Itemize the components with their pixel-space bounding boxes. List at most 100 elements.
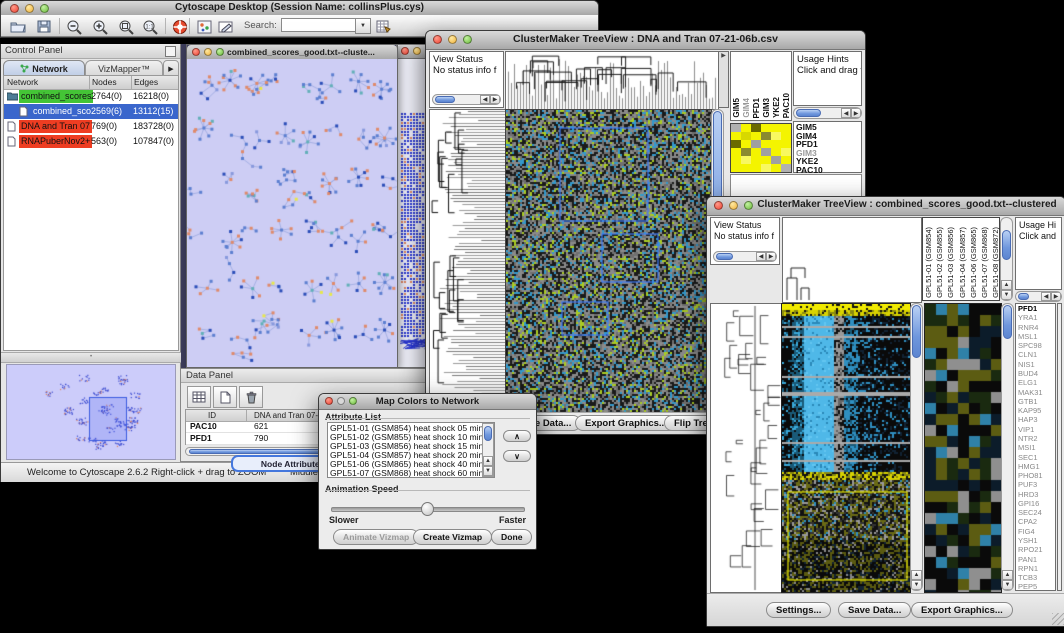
network-overview-canvas[interactable]	[6, 364, 176, 460]
scroll-arrow-icon[interactable]: ▲	[483, 456, 493, 466]
gene-label[interactable]: PEP5	[1018, 582, 1053, 591]
scroll-arrow-icon[interactable]: ▼	[483, 466, 493, 476]
scroll-arrow-icon[interactable]: ▲	[1001, 280, 1012, 290]
gene-label[interactable]: ELG1	[1018, 378, 1053, 387]
zoom-window-icon[interactable]	[216, 48, 224, 56]
attribute-list-item[interactable]: GPL51-06 (GSM865) heat shock 40 min	[330, 460, 492, 469]
animate-vizmap-button[interactable]: Animate Vizmap	[333, 529, 419, 545]
row-dendrogram-canvas[interactable]	[429, 109, 506, 414]
network-table-row[interactable]: DNA and Tran 07769(0)183728(0)	[4, 119, 178, 134]
zoomed-heatmap-canvas[interactable]	[924, 303, 1002, 593]
zoomed-heatmap-vscrollbar[interactable]: ▲▼	[1001, 303, 1014, 591]
scrollbar-thumb[interactable]	[716, 253, 733, 260]
tree-splitter-strip[interactable]: ▶	[718, 51, 729, 108]
view-status-scrollbar[interactable]: ◀▶	[432, 94, 501, 105]
view-status-scrollbar[interactable]: ◀▶	[713, 251, 777, 262]
create-vizmap-button[interactable]: Create Vizmap	[413, 529, 492, 545]
move-down-button[interactable]: ∨	[503, 450, 531, 462]
minimize-icon[interactable]	[204, 48, 212, 56]
attribute-list-item[interactable]: GPL51-03 (GSM856) heat shock 15 min	[330, 442, 492, 451]
gene-label[interactable]: PAN1	[1018, 555, 1053, 564]
gene-label[interactable]: YKE2	[796, 157, 859, 166]
gene-label[interactable]: HAP3	[1018, 415, 1053, 424]
gene-label[interactable]: GIM4	[796, 132, 859, 141]
speed-slider[interactable]	[331, 502, 523, 514]
export-graphics-button[interactable]: Export Graphics...	[911, 602, 1013, 618]
scroll-arrow-icon[interactable]: ◀	[756, 252, 766, 261]
scrollbar-thumb[interactable]	[796, 109, 821, 117]
attribute-list-item[interactable]: GPL51-04 (GSM857) heat shock 20 min	[330, 451, 492, 460]
select-attributes-icon[interactable]	[187, 386, 211, 408]
network-table-row[interactable]: RNAPuberNov2+563(0)107847(0)	[4, 134, 178, 149]
network-table-row[interactable]: combined_scores2764(0)16218(0)	[4, 89, 178, 104]
scroll-arrow-icon[interactable]: ▼	[911, 580, 922, 590]
attribute-list-item[interactable]: GPL51-07 (GSM868) heat shock 60 min	[330, 469, 492, 478]
gene-label[interactable]: BUD4	[1018, 369, 1053, 378]
close-icon[interactable]	[192, 48, 200, 56]
scroll-arrow-icon[interactable]: ▲	[911, 570, 922, 580]
gene-label[interactable]: CPA2	[1018, 517, 1053, 526]
save-icon[interactable]	[33, 17, 55, 36]
network-table-row[interactable]: combined_sco2569(6)13112(15)	[4, 104, 178, 119]
gene-label[interactable]: GIM3	[796, 149, 859, 158]
zoom-selected-icon[interactable]	[115, 17, 137, 36]
search-input[interactable]	[281, 18, 357, 32]
heatmap-canvas[interactable]	[505, 109, 712, 414]
usage-hints-scrollbar[interactable]: ◀▶	[1015, 291, 1062, 302]
data-col-id[interactable]: ID	[208, 411, 216, 420]
gene-label[interactable]: RNR4	[1018, 323, 1053, 332]
move-up-button[interactable]: ∧	[503, 430, 531, 442]
scroll-arrow-icon[interactable]: ▶	[490, 95, 500, 104]
gene-label[interactable]: SEC1	[1018, 453, 1053, 462]
gene-label[interactable]: MAK31	[1018, 388, 1053, 397]
gene-label[interactable]: SEC24	[1018, 508, 1053, 517]
zoom-in-icon[interactable]	[89, 17, 111, 36]
usage-hints-scrollbar[interactable]: ◀▶	[793, 107, 862, 119]
gene-label[interactable]: NIS1	[1018, 360, 1053, 369]
gene-label[interactable]: PFD1	[1018, 304, 1053, 313]
resize-grip[interactable]	[1052, 613, 1064, 625]
help-ring-icon[interactable]	[169, 17, 191, 36]
heatmap-vscrollbar[interactable]: ▲▼	[910, 303, 923, 591]
array-labels-scrollbar[interactable]: ▲▼	[1000, 217, 1013, 301]
gene-label[interactable]: SPC98	[1018, 341, 1053, 350]
zoom-window-icon[interactable]	[744, 201, 753, 210]
edit-network-icon[interactable]	[215, 17, 237, 36]
gene-label[interactable]: RPO21	[1018, 545, 1053, 554]
export-graphics-button[interactable]: Export Graphics...	[575, 415, 677, 431]
scroll-arrow-icon[interactable]: ▼	[1001, 290, 1012, 300]
gene-label[interactable]: HRD3	[1018, 490, 1053, 499]
mini-heatmap[interactable]	[730, 123, 792, 173]
network-graph-canvas[interactable]	[187, 59, 397, 367]
float-panel-icon[interactable]	[165, 46, 176, 57]
column-dendrogram-canvas[interactable]	[505, 51, 719, 110]
gene-label[interactable]: KAP95	[1018, 406, 1053, 415]
scrollbar-thumb[interactable]	[1002, 230, 1011, 260]
gene-label[interactable]: PFD1	[796, 140, 859, 149]
zoom-out-icon[interactable]	[63, 17, 85, 36]
slider-thumb[interactable]	[421, 502, 434, 516]
gene-label[interactable]: GPI16	[1018, 499, 1053, 508]
scrollbar-thumb[interactable]	[435, 96, 455, 103]
gene-label[interactable]: RPN1	[1018, 564, 1053, 573]
column-dendrogram-canvas[interactable]	[782, 217, 922, 303]
done-button[interactable]: Done	[491, 529, 532, 545]
minimize-icon[interactable]	[729, 201, 738, 210]
gene-label[interactable]: HMG1	[1018, 462, 1053, 471]
gene-label[interactable]: NTR2	[1018, 434, 1053, 443]
scroll-arrow-icon[interactable]: ◀	[841, 108, 851, 118]
new-attribute-icon[interactable]	[213, 386, 237, 408]
vizmapper-icon[interactable]	[193, 17, 215, 36]
zoom-fit-icon[interactable]: 1:1	[139, 17, 161, 36]
gene-label[interactable]: PUF3	[1018, 480, 1053, 489]
search-dropdown-button[interactable]: ▼	[355, 18, 371, 34]
heatmap-canvas[interactable]	[781, 303, 911, 593]
col-edges[interactable]: Edges	[134, 77, 158, 87]
row-dendrogram-canvas[interactable]	[710, 303, 782, 593]
delete-attribute-icon[interactable]	[239, 386, 263, 408]
close-icon[interactable]	[714, 201, 723, 210]
col-nodes[interactable]: Nodes	[92, 77, 117, 87]
scroll-arrow-icon[interactable]: ◀	[480, 95, 490, 104]
gene-label[interactable]: PHO81	[1018, 471, 1053, 480]
import-table-icon[interactable]	[373, 17, 395, 36]
